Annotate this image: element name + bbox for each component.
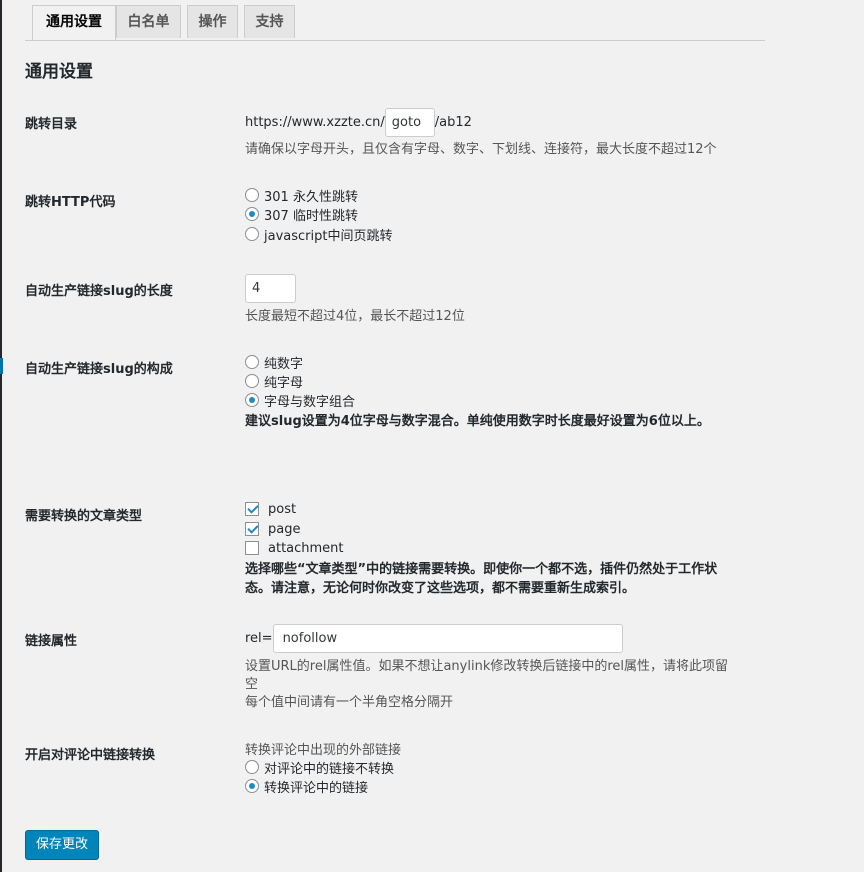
radio-307-circle[interactable] bbox=[245, 207, 259, 221]
radio-301-circle[interactable] bbox=[245, 188, 259, 202]
checkbox-attachment[interactable]: attachment bbox=[245, 539, 344, 557]
redirect-dir-row: https://www.xzzte.cn/ /ab12 bbox=[245, 108, 472, 137]
checkbox-attachment-label: attachment bbox=[268, 540, 344, 556]
checkbox-page-box[interactable] bbox=[245, 522, 259, 536]
redirect-dir-prefix: https://www.xzzte.cn/ bbox=[245, 115, 385, 130]
radio-digits[interactable]: 纯数字 bbox=[245, 353, 304, 372]
checkbox-page-label: page bbox=[268, 521, 301, 537]
radio-letters-label: 纯字母 bbox=[264, 375, 304, 391]
radio-mixed[interactable]: 字母与数字组合 bbox=[245, 391, 356, 410]
radio-letters[interactable]: 纯字母 bbox=[245, 372, 304, 391]
radio-javascript[interactable]: javascript中间页跳转 bbox=[245, 225, 393, 244]
admin-sidebar-marker bbox=[0, 358, 3, 374]
radio-comment-convert[interactable]: 转换评论中的链接 bbox=[245, 777, 369, 796]
radio-mixed-label: 字母与数字组合 bbox=[264, 394, 356, 410]
tab-operations[interactable]: 操作 bbox=[187, 5, 238, 38]
radio-digits-label: 纯数字 bbox=[264, 356, 304, 372]
page-title: 通用设置 bbox=[25, 62, 93, 82]
radio-301[interactable]: 301 永久性跳转 bbox=[245, 186, 358, 205]
link-rel-label: 链接属性 bbox=[25, 634, 78, 649]
tab-support[interactable]: 支持 bbox=[244, 5, 295, 38]
slug-length-label: 自动生产链接slug的长度 bbox=[25, 284, 173, 299]
radio-letters-circle[interactable] bbox=[245, 374, 259, 388]
redirect-dir-input[interactable] bbox=[384, 108, 435, 137]
radio-307[interactable]: 307 临时性跳转 bbox=[245, 205, 358, 224]
comment-links-intro: 转换评论中出现的外部链接 bbox=[245, 743, 402, 758]
redirect-dir-label: 跳转目录 bbox=[25, 117, 78, 132]
http-code-label: 跳转HTTP代码 bbox=[25, 195, 116, 210]
checkbox-post[interactable]: post bbox=[245, 500, 296, 518]
radio-digits-circle[interactable] bbox=[245, 355, 259, 369]
radio-307-label: 307 临时性跳转 bbox=[264, 208, 358, 224]
post-types-label: 需要转换的文章类型 bbox=[25, 509, 143, 524]
redirect-dir-suffix: /ab12 bbox=[434, 115, 472, 130]
link-rel-hint-line2: 空 bbox=[245, 677, 259, 692]
checkbox-post-label: post bbox=[268, 501, 297, 517]
checkbox-attachment-box[interactable] bbox=[245, 541, 259, 555]
settings-tabs: 通用设置 白名单 操作 支持 bbox=[25, 0, 765, 41]
link-rel-hint-line1: 设置URL的rel属性值。如果不想让anylink修改转换后链接中的rel属性，… bbox=[245, 659, 729, 674]
radio-comment-convert-label: 转换评论中的链接 bbox=[264, 780, 369, 796]
radio-javascript-label: javascript中间页跳转 bbox=[264, 228, 393, 244]
radio-mixed-circle[interactable] bbox=[245, 393, 259, 407]
radio-comment-convert-circle[interactable] bbox=[245, 779, 259, 793]
slug-compose-label: 自动生产链接slug的构成 bbox=[25, 362, 173, 377]
link-rel-prefix: rel= bbox=[245, 631, 273, 646]
save-button[interactable]: 保存更改 bbox=[25, 830, 99, 860]
radio-comment-no-convert[interactable]: 对评论中的链接不转换 bbox=[245, 758, 395, 777]
slug-compose-hint: 建议slug设置为4位字母与数字混合。单纯使用数字时长度最好设置为6位以上。 bbox=[245, 414, 710, 429]
link-rel-hint-line3: 每个值中间请有一个半角空格分隔开 bbox=[245, 695, 454, 710]
checkbox-post-box[interactable] bbox=[245, 502, 259, 516]
admin-sidebar-edge bbox=[0, 0, 2, 872]
radio-301-label: 301 永久性跳转 bbox=[264, 189, 358, 205]
post-types-hint-line1: 选择哪些“文章类型”中的链接需要转换。即使你一个都不选，插件仍然处于工作状 bbox=[245, 562, 718, 577]
radio-comment-no-convert-circle[interactable] bbox=[245, 760, 259, 774]
radio-javascript-circle[interactable] bbox=[245, 227, 259, 241]
post-types-hint-line2: 态。请注意，无论何时你改变了这些选项，都不需要重新生成索引。 bbox=[245, 581, 636, 596]
checkbox-page[interactable]: page bbox=[245, 520, 300, 538]
comment-links-label: 开启对评论中链接转换 bbox=[25, 748, 156, 763]
tab-whitelist[interactable]: 白名单 bbox=[116, 5, 181, 38]
redirect-dir-hint: 请确保以字母开头，且仅含有字母、数字、下划线、连接符，最大长度不超过12个 bbox=[245, 142, 717, 157]
slug-length-hint: 长度最短不超过4位，最长不超过12位 bbox=[245, 309, 465, 324]
link-rel-input[interactable] bbox=[272, 624, 623, 653]
radio-comment-no-convert-label: 对评论中的链接不转换 bbox=[264, 761, 395, 777]
slug-length-input[interactable] bbox=[245, 274, 296, 303]
slug-length-row bbox=[245, 274, 296, 303]
link-rel-row: rel= bbox=[245, 624, 623, 653]
tab-general[interactable]: 通用设置 bbox=[32, 5, 116, 40]
